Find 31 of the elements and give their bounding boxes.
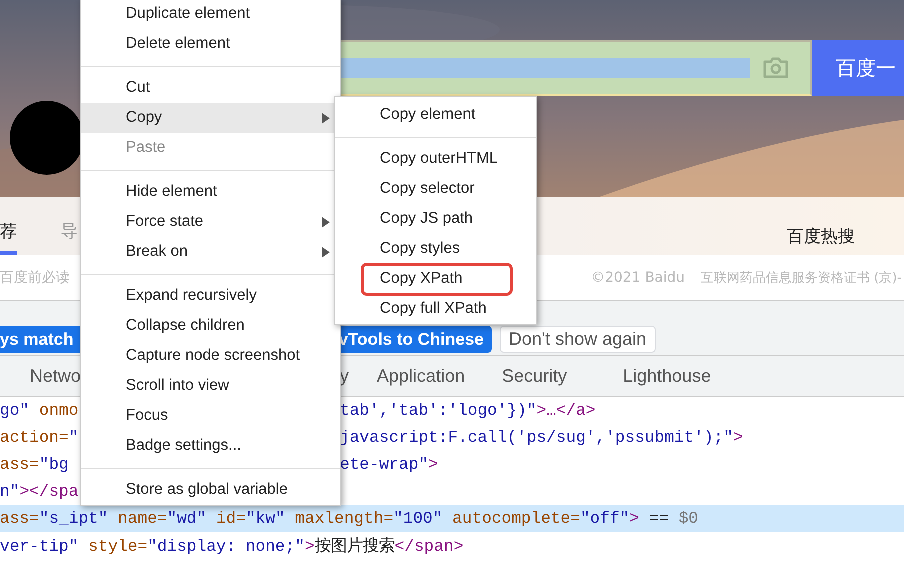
code-fragment: ete-wrap"> [340,455,440,474]
nav-tab[interactable]: 荐 [0,220,17,255]
section-title: 百度热搜 [787,226,855,248]
banner-button[interactable]: Don't show again [500,326,656,353]
menu-item[interactable]: Copy full XPath [335,294,536,324]
devtools-tab[interactable]: Application [377,366,466,386]
menu-item[interactable]: Copy XPath [335,264,536,294]
camera-icon[interactable] [762,56,790,80]
menu-item[interactable]: Duplicate element [81,0,340,29]
search-button[interactable]: 百度一 [812,40,904,96]
menu-item[interactable]: Store as global variable [81,475,340,505]
code-fragment: javascript:F.call('ps/sug','pssubmit');"> [340,428,744,447]
devtools-tab[interactable]: Security [502,366,568,386]
code-line[interactable]: ver-tip" style="display: none;">按图片搜索</span> [0,534,464,556]
menu-item[interactable]: Badge settings... [81,431,340,461]
menu-item[interactable]: Scroll into view [81,371,340,401]
code-fragment: n"></spa [0,482,80,501]
code-fragment: action=" [0,428,80,447]
devtools-tab[interactable]: Netwo [30,366,82,386]
code-fragment: go" onmo [0,401,80,420]
code-fragment: tab','tab':'logo'})">…</a> [340,401,597,420]
menu-item[interactable]: Copy outerHTML [335,144,536,174]
menu-item[interactable]: Copy styles [335,234,536,264]
menu-item[interactable]: Focus [81,401,340,431]
menu-item[interactable]: Cut [81,73,340,103]
code-fragment: ass="bg [0,455,70,474]
menu-item[interactable]: Copy selector [335,174,536,204]
menu-item[interactable]: Copy JS path [335,204,536,234]
devtools-tab[interactable]: Lighthouse [623,366,712,386]
devtools-tab[interactable]: y [340,366,350,386]
menu-item[interactable]: Delete element [81,29,340,59]
